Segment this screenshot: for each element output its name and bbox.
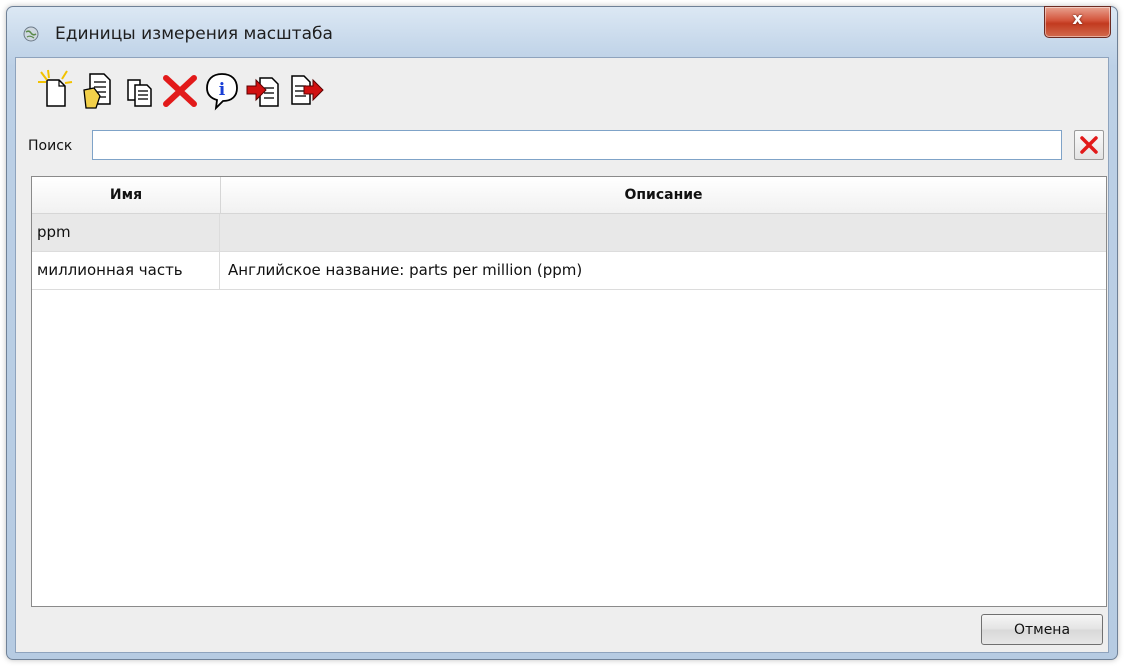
window-title: Единицы измерения масштаба bbox=[55, 24, 333, 44]
clear-search-button[interactable] bbox=[1074, 130, 1104, 160]
copy-document-button[interactable] bbox=[120, 68, 160, 112]
dialog-body: i Поиск Имя Описание ppm миллионная част… bbox=[15, 57, 1109, 653]
cancel-button[interactable]: Отмена bbox=[981, 614, 1103, 645]
new-document-icon bbox=[38, 69, 73, 107]
export-icon bbox=[291, 75, 324, 105]
import-icon bbox=[246, 77, 279, 107]
table-row[interactable]: миллионная часть Английское название: pa… bbox=[32, 252, 1106, 290]
search-label: Поиск bbox=[28, 138, 73, 154]
cell-name: ppm bbox=[32, 214, 220, 251]
cell-name: миллионная часть bbox=[32, 252, 220, 289]
units-table: Имя Описание ppm миллионная часть Англий… bbox=[31, 176, 1107, 607]
delete-icon bbox=[163, 75, 197, 107]
edit-document-button[interactable] bbox=[78, 68, 118, 112]
column-header-description[interactable]: Описание bbox=[221, 177, 1106, 213]
column-header-name[interactable]: Имя bbox=[32, 177, 221, 213]
dialog-window: Единицы измерения масштаба x i Поиск Имя… bbox=[6, 6, 1118, 660]
table-row[interactable]: ppm bbox=[32, 214, 1106, 252]
new-document-button[interactable] bbox=[36, 68, 76, 112]
table-header: Имя Описание bbox=[32, 177, 1106, 214]
edit-document-icon bbox=[83, 73, 111, 109]
import-button[interactable] bbox=[244, 68, 284, 112]
close-button[interactable]: x bbox=[1044, 6, 1111, 38]
title-bar[interactable]: Единицы измерения масштаба x bbox=[7, 6, 1117, 57]
info-button[interactable]: i bbox=[202, 68, 242, 112]
clear-x-icon bbox=[1080, 136, 1098, 154]
delete-button[interactable] bbox=[160, 68, 200, 112]
cell-description bbox=[221, 214, 1106, 251]
export-button[interactable] bbox=[286, 68, 326, 112]
app-globe-icon bbox=[23, 26, 39, 42]
close-icon: x bbox=[1072, 9, 1083, 28]
cell-description: Английское название: parts per million (… bbox=[228, 261, 583, 279]
svg-text:i: i bbox=[219, 80, 226, 100]
search-input[interactable] bbox=[92, 130, 1062, 160]
copy-document-icon bbox=[127, 79, 152, 107]
info-icon: i bbox=[206, 73, 238, 111]
